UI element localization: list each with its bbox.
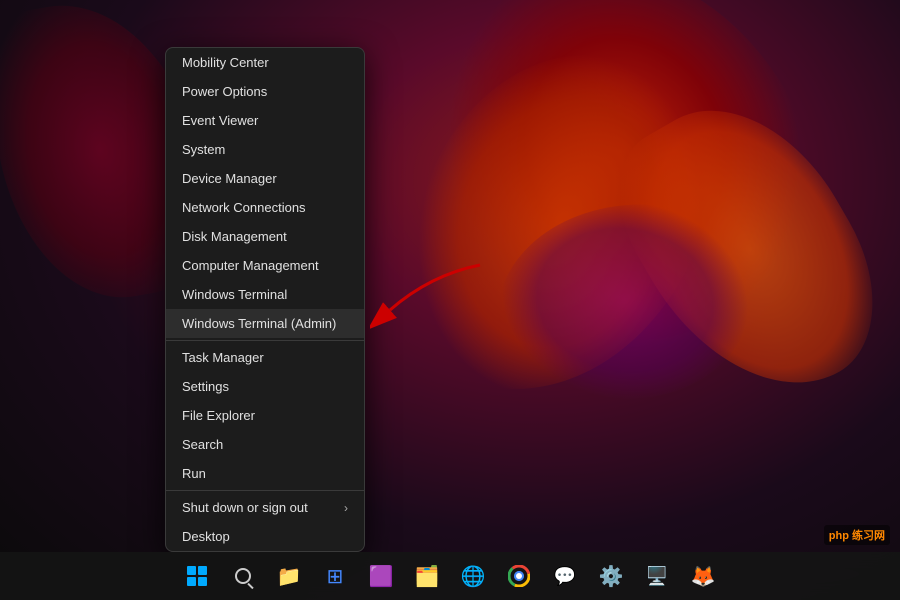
menu-item-disk-management[interactable]: Disk Management bbox=[166, 222, 364, 251]
menu-item-run[interactable]: Run bbox=[166, 459, 364, 488]
menu-item-power-options-label: Power Options bbox=[182, 84, 348, 99]
widgets-icon: ⊞ bbox=[327, 564, 344, 589]
chrome-icon bbox=[508, 565, 530, 587]
menu-item-run-label: Run bbox=[182, 466, 348, 481]
menu-item-event-viewer[interactable]: Event Viewer bbox=[166, 106, 364, 135]
taskbar-rdp-button[interactable]: 🖥️ bbox=[635, 554, 679, 598]
taskbar-chrome-button[interactable] bbox=[497, 554, 541, 598]
menu-item-windows-terminal-label: Windows Terminal bbox=[182, 287, 348, 302]
taskbar-settings-button[interactable]: ⚙️ bbox=[589, 554, 633, 598]
menu-item-disk-management-label: Disk Management bbox=[182, 229, 348, 244]
menu-item-network-connections-label: Network Connections bbox=[182, 200, 348, 215]
taskbar-widgets-button[interactable]: ⊞ bbox=[313, 554, 357, 598]
menu-item-computer-management[interactable]: Computer Management bbox=[166, 251, 364, 280]
menu-item-mobility-center-label: Mobility Center bbox=[182, 55, 348, 70]
menu-item-system[interactable]: System bbox=[166, 135, 364, 164]
taskbar: 📁 ⊞ 🟪 🗂️ 🌐 bbox=[0, 552, 900, 600]
menu-item-task-manager-label: Task Manager bbox=[182, 350, 348, 365]
menu-divider-1 bbox=[166, 340, 364, 341]
menu-item-desktop[interactable]: Desktop bbox=[166, 522, 364, 551]
folder2-icon: 🗂️ bbox=[415, 564, 440, 589]
folder-icon: 📁 bbox=[277, 564, 302, 589]
menu-item-windows-terminal-admin[interactable]: Windows Terminal (Admin) bbox=[166, 309, 364, 338]
taskbar-edge-button[interactable]: 🌐 bbox=[451, 554, 495, 598]
windows-logo-icon bbox=[187, 566, 207, 586]
taskbar-slack-button[interactable]: 💬 bbox=[543, 554, 587, 598]
teams-icon: 🟪 bbox=[369, 564, 394, 589]
rdp-icon: 🖥️ bbox=[646, 566, 668, 587]
wallpaper-swirls bbox=[0, 0, 900, 552]
context-menu: Mobility Center Power Options Event View… bbox=[165, 47, 365, 552]
menu-item-settings-label: Settings bbox=[182, 379, 348, 394]
search-icon bbox=[235, 568, 251, 584]
slack-icon: 💬 bbox=[554, 566, 576, 587]
menu-item-windows-terminal[interactable]: Windows Terminal bbox=[166, 280, 364, 309]
desktop: Mobility Center Power Options Event View… bbox=[0, 0, 900, 600]
taskbar-firefox-button[interactable]: 🦊 bbox=[681, 554, 725, 598]
menu-item-shut-down-label: Shut down or sign out bbox=[182, 500, 344, 515]
menu-item-windows-terminal-admin-label: Windows Terminal (Admin) bbox=[182, 316, 348, 331]
menu-item-desktop-label: Desktop bbox=[182, 529, 348, 544]
menu-item-device-manager-label: Device Manager bbox=[182, 171, 348, 186]
menu-item-device-manager[interactable]: Device Manager bbox=[166, 164, 364, 193]
taskbar-folder-button[interactable]: 🗂️ bbox=[405, 554, 449, 598]
menu-item-search-label: Search bbox=[182, 437, 348, 452]
edge-icon: 🌐 bbox=[461, 564, 486, 589]
menu-item-event-viewer-label: Event Viewer bbox=[182, 113, 348, 128]
menu-item-task-manager[interactable]: Task Manager bbox=[166, 343, 364, 372]
menu-item-system-label: System bbox=[182, 142, 348, 157]
menu-item-computer-management-label: Computer Management bbox=[182, 258, 348, 273]
firefox-icon: 🦊 bbox=[691, 564, 716, 589]
taskbar-icons: 📁 ⊞ 🟪 🗂️ 🌐 bbox=[175, 554, 725, 598]
start-button[interactable] bbox=[175, 554, 219, 598]
menu-item-settings[interactable]: Settings bbox=[166, 372, 364, 401]
taskbar-teams-button[interactable]: 🟪 bbox=[359, 554, 403, 598]
gear-icon: ⚙️ bbox=[599, 564, 624, 589]
menu-item-file-explorer[interactable]: File Explorer bbox=[166, 401, 364, 430]
taskbar-file-explorer-button[interactable]: 📁 bbox=[267, 554, 311, 598]
menu-item-network-connections[interactable]: Network Connections bbox=[166, 193, 364, 222]
php-watermark: php 练习网 bbox=[824, 525, 890, 545]
menu-item-mobility-center[interactable]: Mobility Center bbox=[166, 48, 364, 77]
menu-item-file-explorer-label: File Explorer bbox=[182, 408, 348, 423]
menu-divider-2 bbox=[166, 490, 364, 491]
taskbar-search-button[interactable] bbox=[221, 554, 265, 598]
menu-item-search[interactable]: Search bbox=[166, 430, 364, 459]
menu-item-shut-down[interactable]: Shut down or sign out › bbox=[166, 493, 364, 522]
submenu-arrow-icon: › bbox=[344, 501, 348, 515]
menu-item-power-options[interactable]: Power Options bbox=[166, 77, 364, 106]
